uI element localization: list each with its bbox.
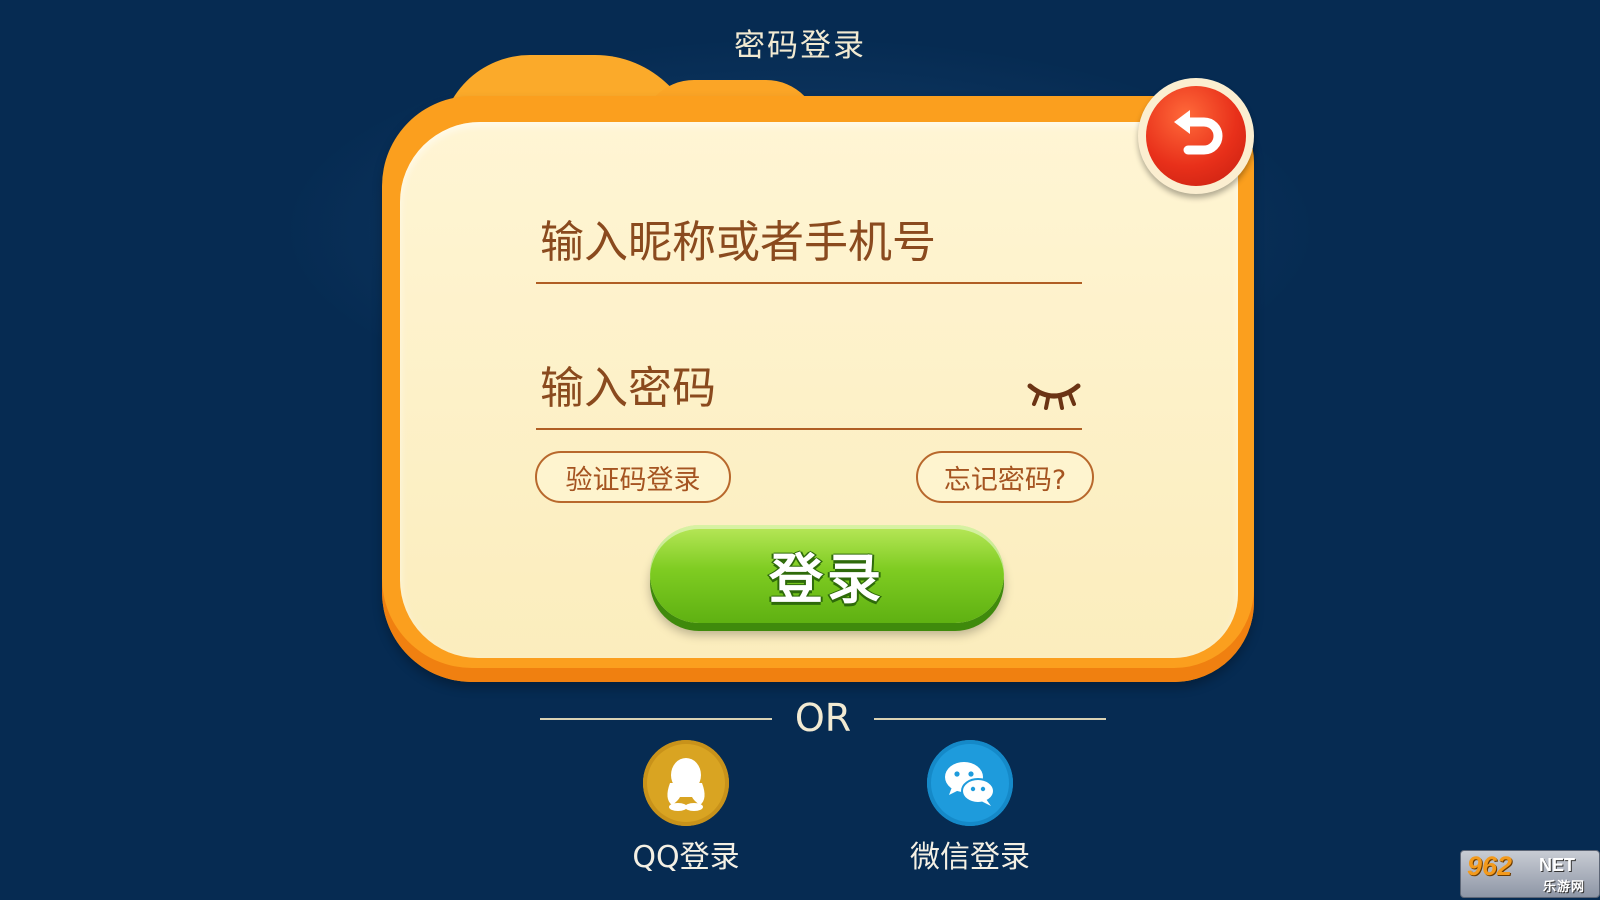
watermark-suffix: NET [1539,855,1575,875]
eye-closed-icon[interactable] [1026,380,1082,410]
wechat-login-label: 微信登录 [910,840,1030,875]
divider-line-left [540,718,772,720]
wechat-login-button[interactable]: 微信登录 [890,740,1050,876]
site-watermark: 962 NET 乐游网 [1460,850,1600,898]
watermark-sub: 乐游网 [1543,880,1586,895]
sms-login-button[interactable]: 验证码登录 [535,451,731,503]
password-field[interactable]: 输入密码 [536,350,1082,430]
qq-login-circle [643,740,729,826]
divider-or-text: OR [794,696,852,740]
qq-penguin-icon [667,758,705,811]
undo-arrow-icon [1174,110,1223,155]
qq-login-label: QQ登录 [632,840,740,875]
forgot-password-button[interactable]: 忘记密码? [916,451,1094,503]
wechat-login-circle [927,740,1013,826]
wechat-icon [945,762,995,806]
watermark-brand: 962 [1467,851,1513,881]
back-button[interactable] [1138,78,1254,194]
divider-line-right [874,718,1106,720]
qq-login-button[interactable]: QQ登录 [606,740,766,876]
login-button[interactable]: 登录 [650,525,1004,623]
username-placeholder: 输入昵称或者手机号 [540,217,936,268]
username-field[interactable]: 输入昵称或者手机号 [536,200,1082,284]
page-title: 密码登录 [734,28,866,64]
password-placeholder: 输入密码 [540,363,716,414]
